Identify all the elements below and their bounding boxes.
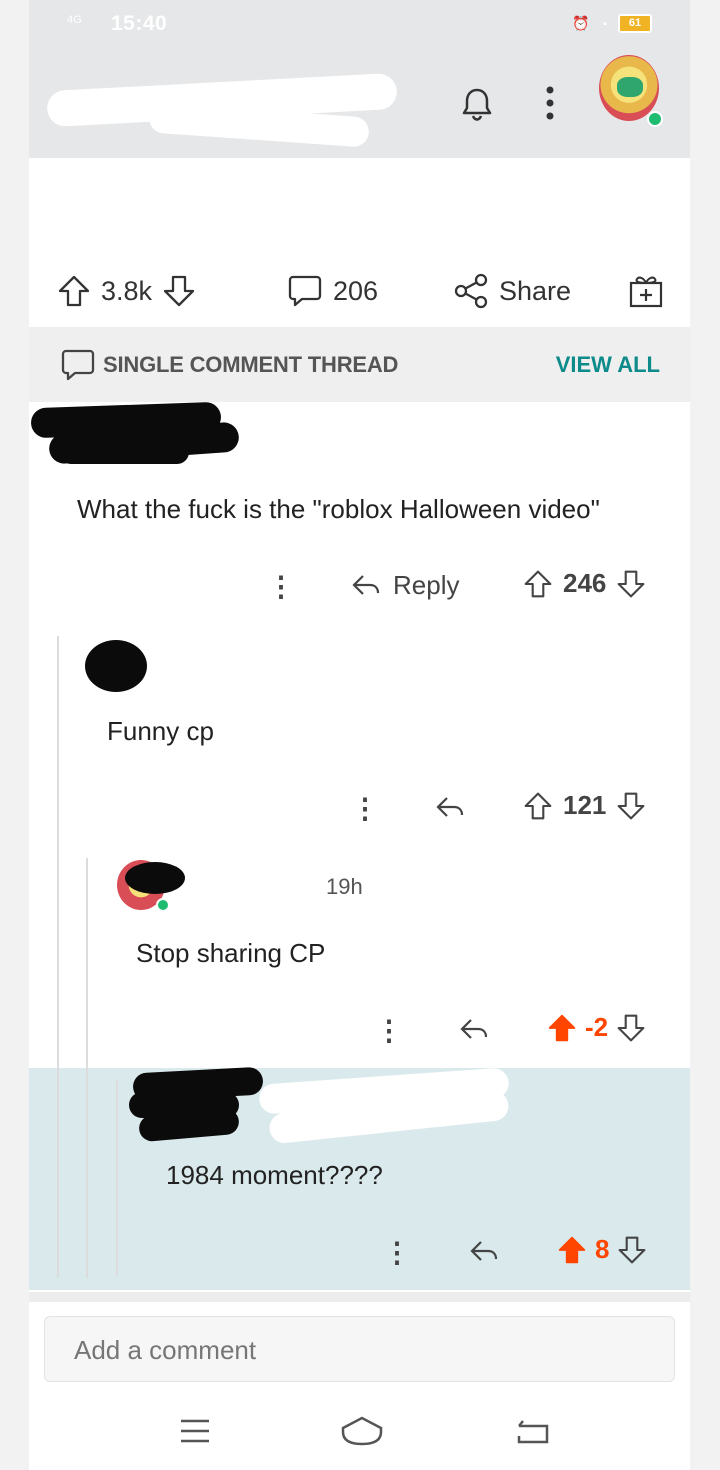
comment-composer[interactable]: Add a comment [44, 1316, 675, 1382]
redaction-blackout [125, 862, 185, 894]
reply-button[interactable]: Reply [351, 570, 459, 601]
downvote-arrow-icon[interactable] [616, 791, 646, 821]
share-icon [454, 273, 488, 309]
post-score: 3.8k [101, 275, 153, 306]
bell-icon[interactable] [457, 84, 497, 129]
clock: 15:40 [111, 12, 168, 35]
upvote-arrow-icon[interactable] [57, 274, 91, 308]
share-button[interactable]: Share [453, 273, 571, 309]
comment-score: 8 [595, 1234, 610, 1264]
comment-body: Stop sharing CP [136, 938, 326, 968]
comment-bubble-icon [288, 275, 322, 307]
battery-indicator: 61 [618, 14, 652, 33]
post-action-bar: 3.8k 206 Share [29, 260, 690, 322]
online-indicator [647, 111, 663, 127]
comment-score: 246 [563, 568, 607, 598]
downvote-arrow-icon[interactable] [616, 1013, 646, 1043]
comment-bubble-icon [61, 349, 95, 381]
reply-arrow-icon [470, 1241, 498, 1261]
wifi-icon: ◔ [599, 15, 608, 32]
status-bar: 4G 15:40 ⏰ ◔ 61 [67, 12, 652, 38]
back-icon[interactable] [515, 1416, 551, 1446]
comment-age: 19h [326, 874, 363, 899]
more-options-icon[interactable] [537, 82, 563, 129]
comment-body: Funny cp [107, 716, 214, 746]
more-options-icon[interactable]: ⋮ [351, 792, 379, 825]
reply-arrow-icon [460, 1019, 488, 1039]
upvote-arrow-icon[interactable] [523, 791, 553, 821]
upvote-arrow-icon[interactable] [557, 1235, 587, 1265]
comment-count: 206 [333, 275, 379, 306]
reply-button[interactable] [469, 1238, 499, 1266]
app-content: 4G 15:40 ⏰ ◔ 61 3.8k 206 Share SINGLE CO… [29, 0, 690, 1470]
comment-score: 121 [563, 790, 607, 820]
more-options-icon[interactable]: ⋮ [375, 1014, 403, 1047]
award-button[interactable] [627, 272, 665, 310]
redacted-avatar [85, 640, 147, 692]
reply-button[interactable] [435, 794, 465, 822]
comment-body: 1984 moment???? [166, 1160, 383, 1190]
comment-body: What the fuck is the "roblox Halloween v… [77, 494, 600, 524]
divider [29, 1292, 690, 1302]
home-icon[interactable] [339, 1414, 385, 1448]
comment-actions: ⋮ [267, 570, 295, 603]
comment-score: -2 [585, 1012, 609, 1042]
system-nav-bar [29, 1390, 690, 1470]
thread-banner-label: SINGLE COMMENT THREAD [103, 352, 399, 377]
reply-arrow-icon [436, 797, 464, 817]
upvote-arrow-icon[interactable] [547, 1013, 577, 1043]
downvote-arrow-icon[interactable] [617, 1235, 647, 1265]
app-header: 4G 15:40 ⏰ ◔ 61 [29, 0, 690, 158]
more-options-icon[interactable]: ⋮ [267, 570, 295, 603]
right-gutter [690, 0, 720, 1470]
view-all-link[interactable]: VIEW ALL [556, 352, 660, 378]
reply-label: Reply [393, 570, 460, 600]
gift-icon [629, 276, 663, 308]
recents-menu-icon[interactable] [177, 1416, 213, 1446]
downvote-arrow-icon[interactable] [616, 569, 646, 599]
single-thread-banner: SINGLE COMMENT THREAD VIEW ALL [29, 327, 690, 402]
more-options-icon[interactable]: ⋮ [383, 1236, 411, 1269]
reply-button[interactable] [459, 1016, 489, 1044]
upvote-arrow-icon[interactable] [523, 569, 553, 599]
online-indicator [156, 898, 170, 912]
share-label: Share [499, 275, 572, 306]
reply-arrow-icon [352, 574, 380, 595]
redaction-blackout [59, 440, 189, 464]
downvote-arrow-icon[interactable] [162, 274, 196, 308]
comments-button[interactable]: 206 [287, 273, 378, 309]
user-avatar[interactable] [599, 55, 663, 127]
alarm-icon: ⏰ [572, 15, 590, 31]
network-indicator: 4G [67, 14, 82, 26]
left-gutter [0, 0, 29, 1470]
composer-placeholder: Add a comment [74, 1335, 257, 1365]
